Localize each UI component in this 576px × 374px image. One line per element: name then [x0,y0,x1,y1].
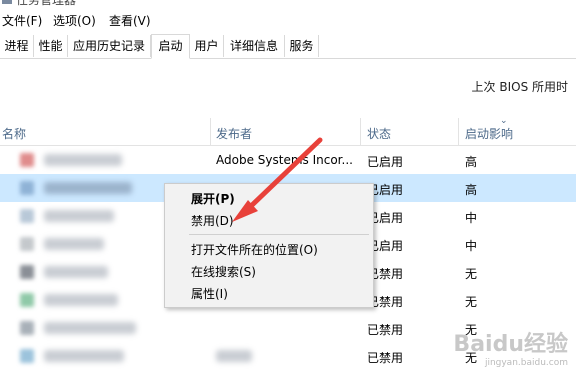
watermark-sub: jingyan.baidu.com [484,358,568,368]
watermark-logo: Baidu经验 jingyan.baidu.com [453,326,568,368]
watermark-main: Baidu经验 [453,332,568,357]
annotation-arrow-icon [232,137,323,222]
